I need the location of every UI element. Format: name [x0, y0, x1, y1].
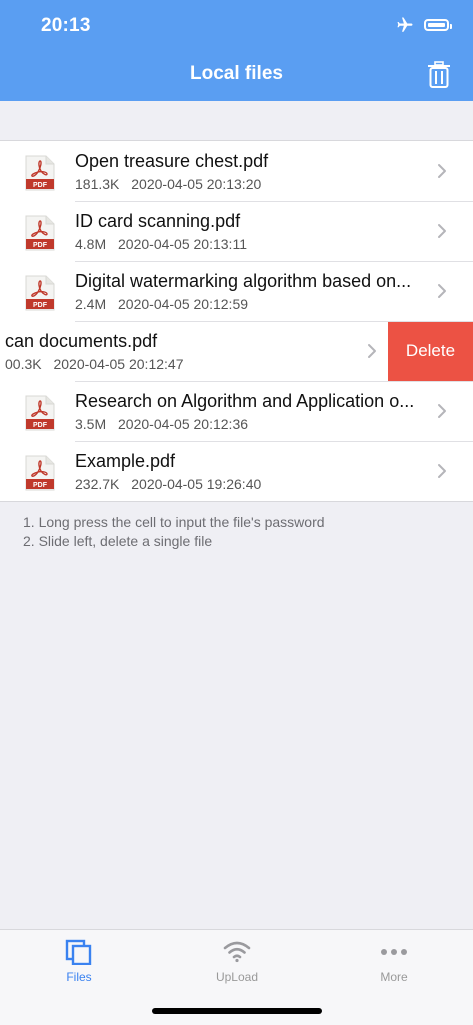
file-date: 2020-04-05 20:13:20	[131, 176, 262, 192]
tab-more[interactable]: More	[315, 930, 473, 990]
file-date: 2020-04-05 20:12:47	[53, 356, 184, 372]
wifi-icon	[223, 941, 251, 963]
pdf-badge-text: PDF	[33, 302, 48, 309]
file-size: 181.3K	[75, 176, 120, 192]
file-meta: 181.3K 2020-04-05 20:13:20	[75, 176, 261, 192]
file-row-content[interactable]: PDF Research on Algorithm and Applicatio…	[0, 381, 473, 441]
pdf-icon: PDF	[25, 275, 55, 311]
file-size: 3.5M	[75, 416, 107, 432]
file-meta: 4.8M 2020-04-05 20:13:11	[75, 236, 247, 252]
file-row-content[interactable]: PDF Open treasure chest.pdf 181.3K 2020-…	[0, 141, 473, 201]
file-meta: 3.5M 2020-04-05 20:12:36	[75, 416, 248, 432]
pdf-icon: PDF	[25, 395, 55, 431]
delete-button[interactable]: Delete	[388, 321, 473, 381]
file-name: Open treasure chest.pdf	[75, 151, 269, 171]
file-size: 232.7K	[75, 476, 120, 492]
file-name: ID card scanning.pdf	[75, 211, 241, 231]
tab-label: UpLoad	[215, 970, 259, 984]
pdf-badge-text: PDF	[33, 182, 48, 189]
file-size: 4.8M	[75, 236, 107, 252]
file-row[interactable]: PDF Open treasure chest.pdf 181.3K 2020-…	[0, 141, 473, 201]
chevron-right-icon	[438, 284, 446, 298]
files-icon	[65, 939, 92, 965]
chevron-right-icon	[438, 404, 446, 418]
file-name: Research on Algorithm and Application o.…	[75, 391, 415, 411]
file-meta: 2.4M 2020-04-05 20:12:59	[75, 296, 248, 312]
file-name: Digital watermarking algorithm based on.…	[75, 271, 412, 291]
tab-files[interactable]: Files	[0, 930, 158, 990]
trash-icon[interactable]	[427, 61, 451, 89]
chevron-right-icon	[438, 464, 446, 478]
file-row-content[interactable]: PDF Digital watermarking algorithm based…	[0, 261, 473, 321]
file-date: 2020-04-05 19:26:40	[131, 476, 262, 492]
more-dots-icon	[381, 949, 407, 955]
pdf-icon: PDF	[25, 215, 55, 251]
file-size: 00.3K	[5, 356, 42, 372]
file-meta: 232.7K 2020-04-05 19:26:40	[75, 476, 261, 492]
file-row[interactable]: PDF Research on Algorithm and Applicatio…	[0, 381, 473, 441]
file-meta: 00.3K 2020-04-05 20:12:47	[5, 356, 183, 372]
tab-label: Files	[66, 970, 92, 984]
help-note: 2. Slide left, delete a single file	[23, 533, 213, 549]
chevron-right-icon	[438, 164, 446, 178]
chevron-right-icon	[438, 224, 446, 238]
file-row-content[interactable]: PDF can documents.pdf 00.3K 2020-04-05 2…	[0, 321, 403, 381]
home-indicator	[152, 1008, 322, 1014]
page-title: Local files	[190, 63, 283, 84]
airplane-icon	[397, 17, 413, 32]
pdf-icon: PDF	[25, 455, 55, 491]
file-date: 2020-04-05 20:12:36	[118, 416, 249, 432]
chevron-right-icon	[368, 344, 376, 358]
file-row-content[interactable]: PDF Example.pdf 232.7K 2020-04-05 19:26:…	[0, 441, 473, 501]
file-row[interactable]: PDF can documents.pdf 00.3K 2020-04-05 2…	[0, 321, 473, 381]
file-name: Example.pdf	[75, 451, 176, 471]
pdf-icon: PDF	[25, 155, 55, 191]
file-date: 2020-04-05 20:13:11	[118, 236, 247, 252]
help-note: 1. Long press the cell to input the file…	[23, 514, 325, 530]
tab-label: More	[380, 970, 408, 984]
file-row[interactable]: PDF Digital watermarking algorithm based…	[0, 261, 473, 321]
tab-upload[interactable]: UpLoad	[158, 930, 316, 990]
file-row[interactable]: PDF Example.pdf 232.7K 2020-04-05 19:26:…	[0, 441, 473, 501]
status-icons	[396, 16, 452, 34]
file-row-content[interactable]: PDF ID card scanning.pdf 4.8M 2020-04-05…	[0, 201, 473, 261]
file-row[interactable]: PDF ID card scanning.pdf 4.8M 2020-04-05…	[0, 201, 473, 261]
nav-header: 20:13 Local files	[0, 0, 473, 101]
file-list: PDF Open treasure chest.pdf 181.3K 2020-…	[0, 140, 473, 502]
file-name: can documents.pdf	[5, 331, 158, 351]
file-size: 2.4M	[75, 296, 107, 312]
help-notes: 1. Long press the cell to input the file…	[23, 513, 325, 551]
pdf-badge-text: PDF	[33, 422, 48, 429]
pdf-badge-text: PDF	[33, 242, 48, 249]
battery-icon	[424, 19, 452, 31]
file-date: 2020-04-05 20:12:59	[118, 296, 249, 312]
pdf-badge-text: PDF	[33, 482, 48, 489]
status-time: 20:13	[41, 15, 91, 36]
